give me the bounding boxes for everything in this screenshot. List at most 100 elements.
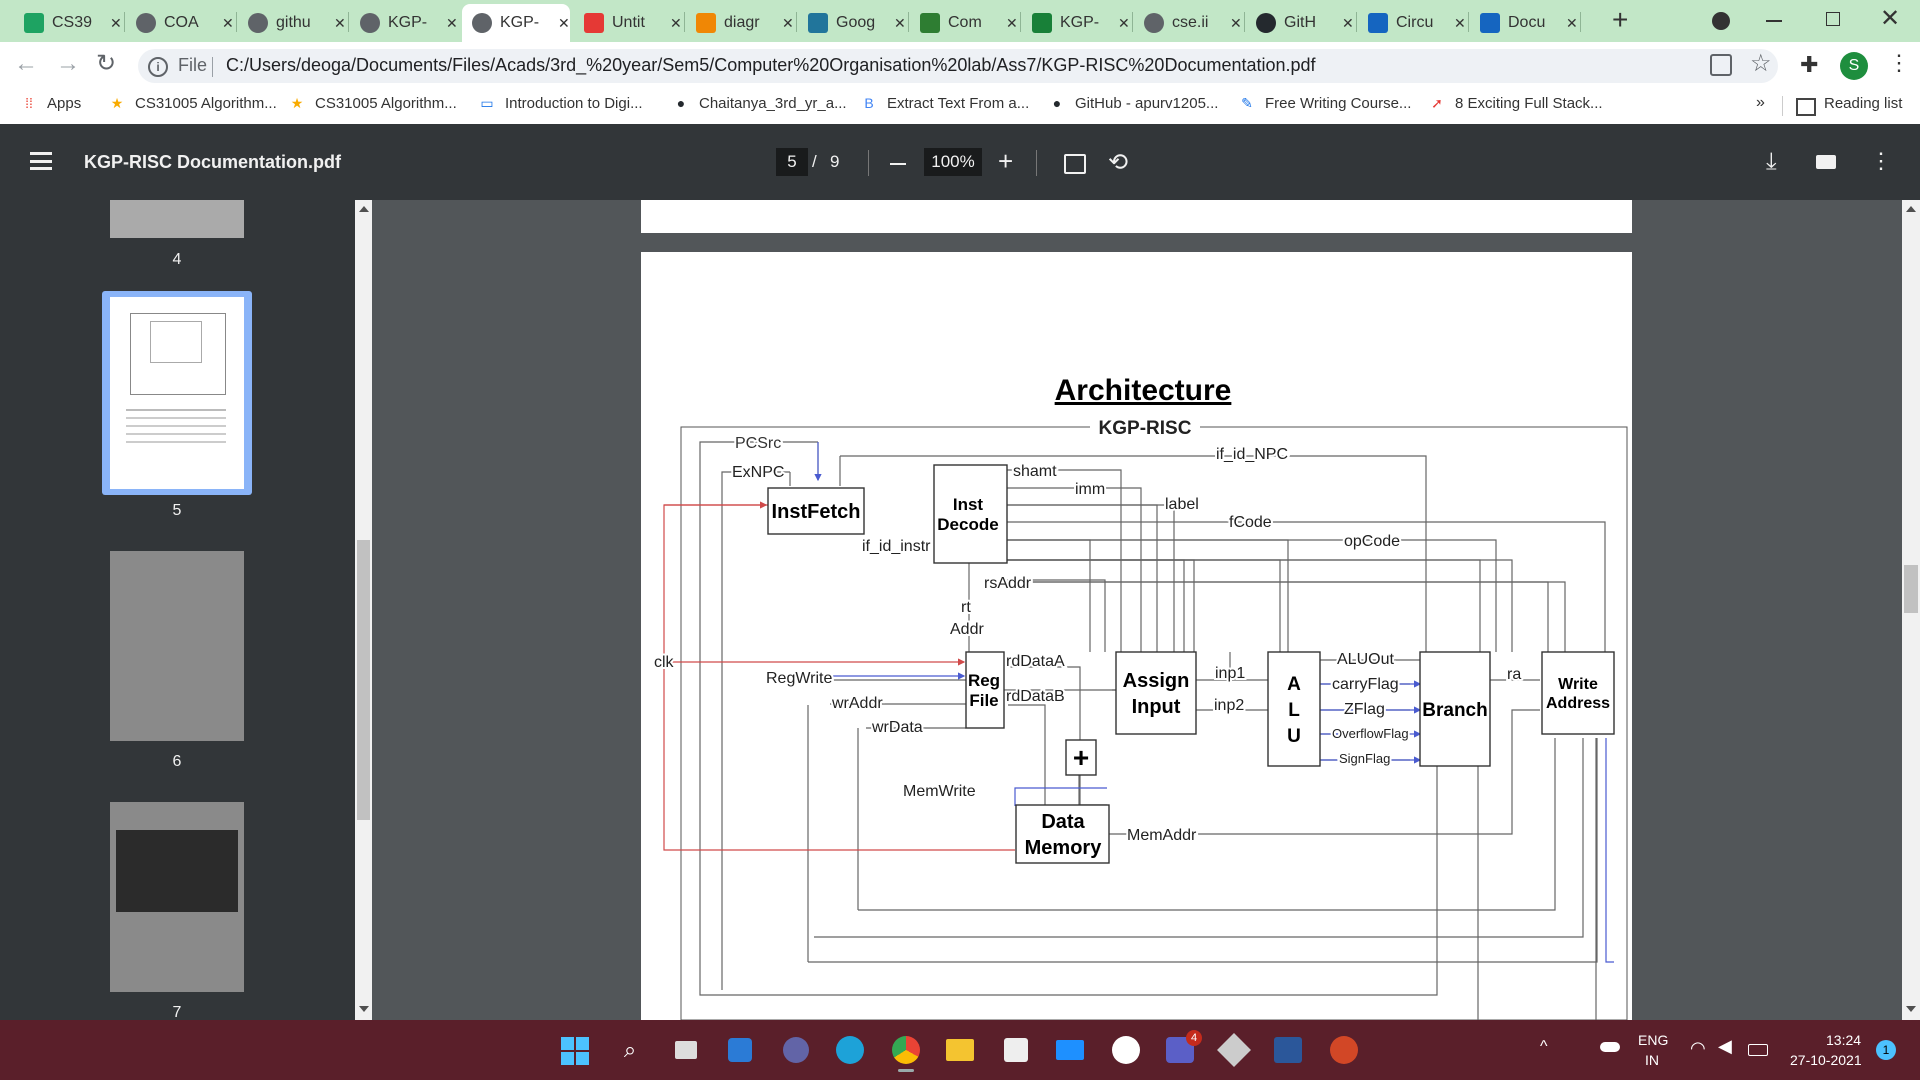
language-line-1[interactable]: ENG <box>1638 1032 1668 1048</box>
thumbnail-page-7[interactable] <box>110 802 244 992</box>
bookmark-item[interactable]: ● Chaitanya_3rd_yr_a... <box>672 94 847 112</box>
clock-date[interactable]: 27-10-2021 <box>1790 1052 1862 1068</box>
bookmark-item[interactable]: ▭ Introduction to Digi... <box>478 94 642 112</box>
tab-13[interactable]: Docu ✕ <box>1470 4 1578 42</box>
share-icon[interactable] <box>1710 54 1732 76</box>
wire-inp2: inp2 <box>1214 697 1244 714</box>
chrome-icon[interactable] <box>890 1034 922 1066</box>
tab-6[interactable]: diagr ✕ <box>686 4 794 42</box>
reading-list-icon[interactable] <box>1796 98 1816 116</box>
tab-search-icon[interactable] <box>1712 12 1730 30</box>
new-tab-button[interactable]: + <box>1612 4 1628 36</box>
more-actions-icon[interactable]: ⋮ <box>1870 148 1892 174</box>
bookmark-item[interactable]: ★ CS31005 Algorithm... <box>108 94 277 112</box>
file-explorer-icon[interactable] <box>944 1034 976 1066</box>
tab-0[interactable]: CS39 ✕ <box>14 4 122 42</box>
volume-icon[interactable]: ◀ <box>1718 1036 1732 1057</box>
bookmark-star-icon[interactable]: ☆ <box>1750 49 1772 78</box>
tab-4[interactable]: KGP- ✕ <box>462 4 570 42</box>
forward-arrow-icon[interactable]: → <box>56 50 80 78</box>
page-number-input[interactable]: 5 <box>776 148 808 176</box>
tab-close-icon[interactable]: ✕ <box>670 15 682 32</box>
word-icon[interactable] <box>1272 1034 1304 1066</box>
bookmark-item[interactable]: ★ CS31005 Algorithm... <box>288 94 457 112</box>
tab-close-icon[interactable]: ✕ <box>1454 15 1466 32</box>
back-arrow-icon[interactable]: ← <box>14 50 38 78</box>
rotate-icon[interactable]: ⟲ <box>1108 148 1128 177</box>
mail-icon[interactable] <box>1054 1034 1086 1066</box>
bookmark-item[interactable]: B Extract Text From a... <box>860 94 1029 112</box>
hamburger-menu-icon[interactable] <box>30 152 52 170</box>
battery-icon[interactable] <box>1748 1044 1768 1056</box>
main-scroll-up-icon[interactable] <box>1906 206 1916 212</box>
tab-7[interactable]: Goog ✕ <box>798 4 906 42</box>
thumbnail-page-5[interactable] <box>110 297 244 489</box>
bookmarks-more[interactable]: » <box>1756 94 1765 112</box>
tab-close-icon[interactable]: ✕ <box>894 15 906 32</box>
tab-close-icon[interactable]: ✕ <box>1230 15 1242 32</box>
tab-close-icon[interactable]: ✕ <box>110 15 122 32</box>
tab-close-icon[interactable]: ✕ <box>446 15 458 32</box>
tab-close-icon[interactable]: ✕ <box>334 15 346 32</box>
minimize-icon[interactable] <box>1766 20 1782 22</box>
download-icon[interactable]: ⤓ <box>1766 148 1777 176</box>
tab-5[interactable]: Untit ✕ <box>574 4 682 42</box>
tab-9[interactable]: KGP- ✕ <box>1022 4 1130 42</box>
reading-list[interactable]: Reading list <box>1824 95 1902 112</box>
bookmark-item[interactable]: ⁞⁞ Apps <box>20 94 81 112</box>
wire-signflag: SignFlag <box>1339 751 1390 766</box>
tab-close-icon[interactable]: ✕ <box>1342 15 1354 32</box>
task-view-icon[interactable] <box>670 1034 702 1066</box>
zoom-input[interactable]: 100% <box>924 148 982 176</box>
tab-close-icon[interactable]: ✕ <box>782 15 794 32</box>
clock-time[interactable]: 13:24 <box>1826 1032 1861 1048</box>
notification-badge[interactable]: 1 <box>1876 1040 1896 1060</box>
main-scrollbar-thumb[interactable] <box>1904 565 1918 613</box>
fit-page-icon[interactable] <box>1064 154 1086 174</box>
sidebar-scrollbar-thumb[interactable] <box>357 540 370 820</box>
virtualbox-icon[interactable] <box>1217 1033 1251 1067</box>
zoom-out-icon[interactable] <box>890 163 906 165</box>
tab-8[interactable]: Com ✕ <box>910 4 1018 42</box>
show-hidden-icons[interactable]: ^ <box>1540 1038 1548 1056</box>
search-icon[interactable]: ⌕ <box>614 1034 646 1066</box>
profile-avatar[interactable]: S <box>1840 52 1868 80</box>
tab-close-icon[interactable]: ✕ <box>1118 15 1130 32</box>
tab-close-icon[interactable]: ✕ <box>558 15 570 32</box>
tab-1[interactable]: COA ✕ <box>126 4 234 42</box>
close-window-icon[interactable]: ✕ <box>1880 4 1900 33</box>
tab-close-icon[interactable]: ✕ <box>222 15 234 32</box>
onedrive-icon[interactable] <box>1600 1042 1620 1052</box>
scroll-up-arrow-icon[interactable] <box>359 206 369 212</box>
tab-3[interactable]: KGP- ✕ <box>350 4 458 42</box>
widgets-icon[interactable] <box>724 1034 756 1066</box>
edge-icon[interactable] <box>834 1034 866 1066</box>
reload-icon[interactable]: ↻ <box>96 49 116 78</box>
extensions-icon[interactable]: ✚ <box>1800 52 1818 78</box>
tab-2[interactable]: githu ✕ <box>238 4 346 42</box>
tab-close-icon[interactable]: ✕ <box>1566 15 1578 32</box>
bookmark-item[interactable]: ➚ 8 Exciting Full Stack... <box>1428 94 1602 112</box>
wifi-icon[interactable]: ◠ <box>1690 1038 1706 1059</box>
tab-close-icon[interactable]: ✕ <box>1006 15 1018 32</box>
restore-icon[interactable] <box>1826 12 1840 26</box>
tab-11[interactable]: GitH ✕ <box>1246 4 1354 42</box>
bookmark-item[interactable]: ● GitHub - apurv1205... <box>1048 94 1219 112</box>
zoom-in-icon[interactable]: + <box>998 146 1013 177</box>
url-text[interactable]: C:/Users/deoga/Documents/Files/Acads/3rd… <box>226 55 1316 76</box>
github-desktop-icon[interactable] <box>1110 1034 1142 1066</box>
language-line-2[interactable]: IN <box>1645 1052 1659 1068</box>
tab-10[interactable]: cse.ii ✕ <box>1134 4 1242 42</box>
thumbnail-page-6[interactable] <box>110 551 244 741</box>
menu-dots-icon[interactable]: ⋮ <box>1888 50 1910 76</box>
main-scroll-down-icon[interactable] <box>1906 1006 1916 1012</box>
teams-chat-icon[interactable] <box>780 1034 812 1066</box>
print-icon[interactable] <box>1816 155 1836 169</box>
bookmark-item[interactable]: ✎ Free Writing Course... <box>1238 94 1411 112</box>
powerpoint-icon[interactable] <box>1328 1034 1360 1066</box>
windows-start-icon[interactable] <box>561 1037 589 1065</box>
scroll-down-arrow-icon[interactable] <box>359 1006 369 1012</box>
thumbnail-page-4[interactable] <box>110 200 244 238</box>
tab-12[interactable]: Circu ✕ <box>1358 4 1466 42</box>
store-icon[interactable] <box>1000 1034 1032 1066</box>
